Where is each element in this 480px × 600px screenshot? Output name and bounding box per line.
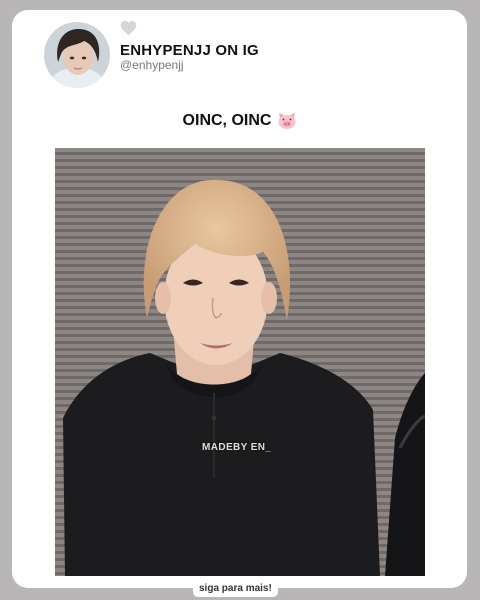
photo-image <box>55 148 425 576</box>
pig-face-icon <box>278 113 296 129</box>
avatar[interactable] <box>44 22 110 88</box>
post-caption: OINC, OINC <box>0 112 480 130</box>
avatar-image <box>44 22 110 88</box>
watermark: MADEBY EN_ <box>202 442 272 453</box>
follow-more-button[interactable]: siga para mais! <box>193 580 278 597</box>
account-name[interactable]: ENHYPENJJ ON IG <box>120 42 259 59</box>
caption-text: OINC, OINC <box>182 112 272 129</box>
heart-icon[interactable] <box>120 20 137 36</box>
post-photo[interactable]: MADEBY EN_ <box>55 148 425 576</box>
account-handle[interactable]: @enhypenjj <box>120 58 184 72</box>
